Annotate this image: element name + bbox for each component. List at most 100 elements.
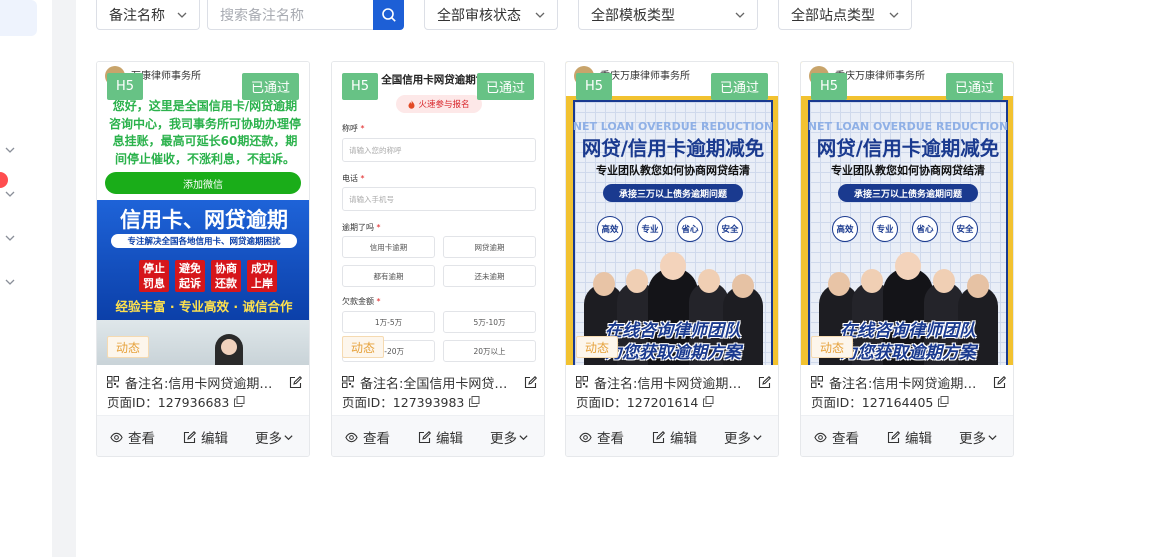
status-badge: 已通过: [477, 73, 534, 100]
lawyer-face: [895, 252, 921, 280]
template-type-select[interactable]: 全部模板类型: [578, 0, 758, 30]
page-card[interactable]: 重庆万康律师事务所 NET LOAN OVERDUE REDUCTION 网贷/…: [800, 61, 1014, 457]
poster-subtitle: 专业团队教您如何协商网贷结清: [831, 164, 985, 177]
page-thumbnail[interactable]: 重庆万康律师事务所 NET LOAN OVERDUE REDUCTION 网贷/…: [801, 62, 1013, 365]
lawyer-face: [933, 269, 955, 293]
name-field: 请输入您的称呼: [342, 138, 536, 162]
edit-note-icon[interactable]: [524, 375, 537, 389]
page-id: 页面ID：127936683: [107, 395, 230, 410]
view-label: 查看: [832, 431, 859, 447]
option-button: 信用卡逾期: [342, 236, 435, 258]
field-label-text: 称呼: [342, 124, 358, 133]
more-button[interactable]: 更多: [959, 416, 998, 456]
more-button[interactable]: 更多: [490, 416, 529, 456]
option-button: 20万以上: [443, 340, 536, 362]
note-name: 备注名:信用卡网贷逾期减免: [829, 376, 989, 392]
note-field-select-label: 备注名称: [109, 7, 165, 24]
copy-icon[interactable]: [938, 396, 949, 407]
chevron-down-icon: [177, 12, 187, 18]
search-input[interactable]: 搜索备注名称: [207, 0, 373, 30]
note-row: 备注名:信用卡网贷逾期减免: [576, 372, 771, 392]
audit-status-label: 全部审核状态: [437, 7, 521, 24]
chevron-down-icon[interactable]: [3, 143, 17, 157]
search-button[interactable]: [373, 0, 404, 30]
feature-circle: 安全: [952, 216, 978, 242]
poster-title: 网贷/信用卡逾期减免: [816, 137, 1000, 160]
edit-label: 编辑: [905, 431, 932, 447]
feature-circle: 省心: [912, 216, 938, 242]
page-card[interactable]: 重庆万康律师事务所 NET LOAN OVERDUE REDUCTION 网贷/…: [565, 61, 779, 457]
view-button[interactable]: 查看: [110, 416, 155, 456]
edit-note-icon[interactable]: [993, 375, 1006, 389]
edit-note-icon[interactable]: [289, 375, 302, 389]
chevron-down-icon[interactable]: [3, 231, 17, 245]
h5-tag: H5: [811, 73, 847, 100]
note-row: 备注名:信用卡网贷逾期咨询: [107, 372, 302, 392]
h5-tag: H5: [342, 73, 378, 100]
feature-box: 成功上岸: [247, 260, 277, 292]
chevron-down-icon: [889, 12, 899, 18]
page-id-row: 页面ID：127201614: [576, 392, 714, 411]
edit-note-icon[interactable]: [758, 375, 771, 389]
feature-circle: 安全: [717, 216, 743, 242]
edit-button[interactable]: 编辑: [652, 416, 697, 456]
lawyer-face: [861, 269, 883, 293]
card-actions: 查看 编辑 更多: [97, 415, 309, 456]
feature-circle: 高效: [832, 216, 858, 242]
edit-icon: [418, 430, 431, 443]
site-type-label: 全部站点类型: [791, 7, 875, 24]
dynamic-tag: 动态: [342, 336, 384, 358]
banner-slogan: 经验丰富 · 专业高效 · 诚信合作: [115, 299, 293, 314]
view-label: 查看: [363, 431, 390, 447]
page-card[interactable]: 万康律师事务所 您好，这里是全国信用卡/网贷逾期咨询中心，我司事务所可协助办理停…: [96, 61, 310, 457]
more-button[interactable]: 更多: [255, 416, 294, 456]
chevron-down-icon[interactable]: [3, 275, 17, 289]
site-type-select[interactable]: 全部站点类型: [778, 0, 912, 30]
page-thumbnail[interactable]: 重庆万康律师事务所 NET LOAN OVERDUE REDUCTION 网贷/…: [566, 62, 778, 365]
edit-button[interactable]: 编辑: [418, 416, 463, 456]
fire-icon: [408, 99, 415, 109]
status-badge: 已通过: [711, 73, 768, 100]
poster-title: 网贷/信用卡逾期减免: [581, 137, 765, 160]
qrcode-icon[interactable]: [576, 376, 588, 388]
qrcode-icon[interactable]: [342, 376, 354, 388]
view-label: 查看: [597, 431, 624, 447]
field-label-text: 欠款金额: [342, 297, 374, 306]
view-button[interactable]: 查看: [345, 416, 390, 456]
lawyer-face: [593, 272, 615, 296]
note-name: 备注名:全国信用卡网贷逾期协商: [360, 376, 520, 392]
intro-text: 您好，这里是全国信用卡/网贷逾期咨询中心，我司事务所可协助办理停息挂账，最高可延…: [108, 99, 301, 166]
lawyer-face: [967, 274, 989, 298]
note-field-select[interactable]: 备注名称: [96, 0, 200, 30]
card-actions: 查看 编辑 更多: [801, 415, 1013, 456]
qrcode-icon[interactable]: [811, 376, 823, 388]
page-thumbnail[interactable]: 万康律师事务所 您好，这里是全国信用卡/网贷逾期咨询中心，我司事务所可协助办理停…: [97, 62, 309, 365]
copy-icon[interactable]: [469, 396, 480, 407]
page-thumbnail[interactable]: 全国信用卡网贷逾期协商 火速参与报名 称呼 * 请输入您的称呼 电话 * 请输入…: [332, 62, 544, 365]
qrcode-icon[interactable]: [107, 376, 119, 388]
template-type-label: 全部模板类型: [591, 7, 675, 24]
more-button[interactable]: 更多: [724, 416, 763, 456]
feature-circle: 高效: [597, 216, 623, 242]
field-label-amount: 欠款金额 *: [342, 297, 381, 306]
edit-button[interactable]: 编辑: [183, 416, 228, 456]
field-label-overdue: 逾期了吗 *: [342, 223, 381, 232]
view-label: 查看: [128, 431, 155, 447]
lawyer-face: [626, 269, 648, 293]
feature-circle: 专业: [872, 216, 898, 242]
dynamic-tag: 动态: [576, 336, 618, 358]
side-nav-active-item[interactable]: [0, 0, 37, 36]
copy-icon[interactable]: [703, 396, 714, 407]
eye-icon: [814, 432, 827, 442]
chevron-down-icon[interactable]: [3, 187, 17, 201]
eye-icon: [345, 432, 358, 442]
view-button[interactable]: 查看: [814, 416, 859, 456]
page-card[interactable]: 全国信用卡网贷逾期协商 火速参与报名 称呼 * 请输入您的称呼 电话 * 请输入…: [331, 61, 545, 457]
card-actions: 查看 编辑 更多: [332, 415, 544, 456]
feature-box: 协商还款: [211, 260, 241, 292]
copy-icon[interactable]: [234, 396, 245, 407]
view-button[interactable]: 查看: [579, 416, 624, 456]
edit-button[interactable]: 编辑: [887, 416, 932, 456]
audit-status-select[interactable]: 全部审核状态: [424, 0, 558, 30]
feature-circle: 省心: [677, 216, 703, 242]
